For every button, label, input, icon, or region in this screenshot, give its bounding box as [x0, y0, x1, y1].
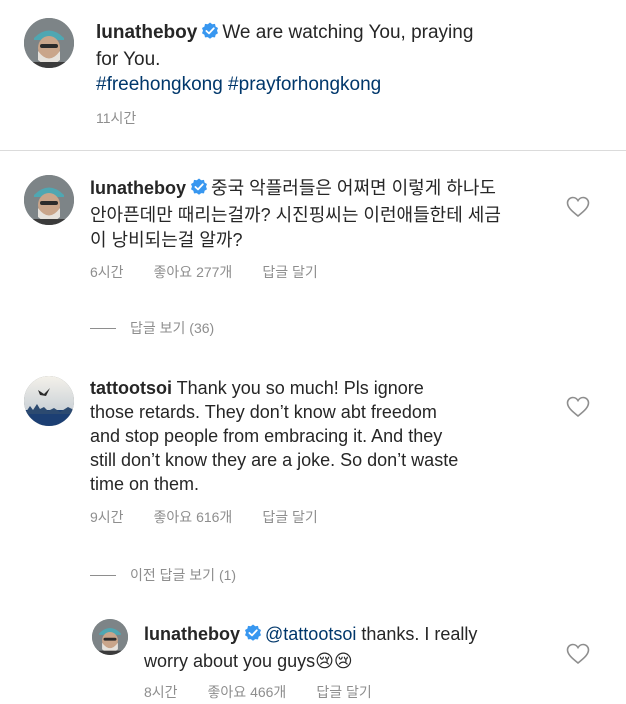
comment-text-line1: 중국 악플러들은 어쩌면 이렇게 하나도 [211, 178, 496, 198]
heart-outline-icon[interactable] [566, 396, 590, 423]
verified-badge-icon [201, 22, 219, 47]
comment-likes[interactable]: 좋아요 616개 [154, 509, 233, 525]
comment-text-line2: those retards. They don’t know abt freed… [90, 402, 437, 422]
view-replies-button[interactable]: 답글 보기 (36) [90, 318, 214, 338]
caption-hashtags[interactable]: #freehongkong #prayforhongkong [96, 74, 381, 95]
verified-badge-icon [244, 624, 262, 649]
caption-text-line2: for You. [96, 49, 161, 70]
comment-text-line1: thanks. I really [356, 624, 478, 644]
avatar[interactable] [92, 619, 128, 655]
comment-timestamp: 9시간 [90, 509, 124, 525]
comment-likes[interactable]: 좋아요 277개 [154, 264, 233, 280]
comment-username[interactable]: lunatheboy [90, 178, 186, 198]
caption-divider [0, 150, 626, 151]
reply-button[interactable]: 답글 달기 [316, 684, 371, 700]
view-replies-label: 답글 보기 (36) [130, 320, 215, 336]
mention-link[interactable]: @tattootsoi [265, 624, 356, 644]
comment-text-line2: worry about you guys [144, 651, 316, 671]
comment-likes[interactable]: 좋아요 466개 [208, 684, 287, 700]
avatar-image [92, 619, 128, 655]
replies-line [90, 574, 116, 576]
comment-username[interactable]: tattootsoi [90, 378, 172, 398]
comment-username[interactable]: lunatheboy [144, 624, 240, 644]
verified-badge-icon [190, 178, 208, 203]
caption-text-line1: We are watching You, praying [222, 22, 474, 43]
comment-text-line1: Thank you so much! Pls ignore [176, 378, 424, 398]
comment-text-line3: and stop people from embracing it. And t… [90, 426, 443, 446]
avatar-image [24, 376, 74, 426]
avatar[interactable] [24, 18, 74, 68]
reply-button[interactable]: 답글 달기 [262, 264, 317, 280]
crying-emoji: 😢😢 [315, 651, 353, 671]
avatar-image [24, 18, 74, 68]
avatar-image [24, 175, 74, 225]
comment-timestamp: 6시간 [90, 264, 124, 280]
comment-text-line5: time on them. [90, 474, 200, 494]
comment-text-line4: still don’t know they are a joke. So don… [90, 450, 459, 470]
heart-outline-icon[interactable] [566, 196, 590, 223]
comment-timestamp: 8시간 [144, 684, 178, 700]
comment-text-line3: 이 낭비되는걸 알까? [90, 230, 243, 250]
caption-timestamp: 11시간 [96, 110, 137, 126]
reply-button[interactable]: 답글 달기 [262, 509, 317, 525]
view-previous-replies-button[interactable]: 이전 답글 보기 (1) [90, 565, 236, 585]
avatar[interactable] [24, 376, 74, 426]
caption-username[interactable]: lunatheboy [96, 22, 197, 43]
heart-outline-icon[interactable] [566, 643, 590, 670]
comment-text-line2: 안아픈데만 때리는걸까? 시진핑씨는 이런애들한테 세금 [90, 205, 501, 225]
replies-line [90, 327, 116, 329]
avatar[interactable] [24, 175, 74, 225]
view-previous-replies-label: 이전 답글 보기 (1) [130, 567, 237, 583]
